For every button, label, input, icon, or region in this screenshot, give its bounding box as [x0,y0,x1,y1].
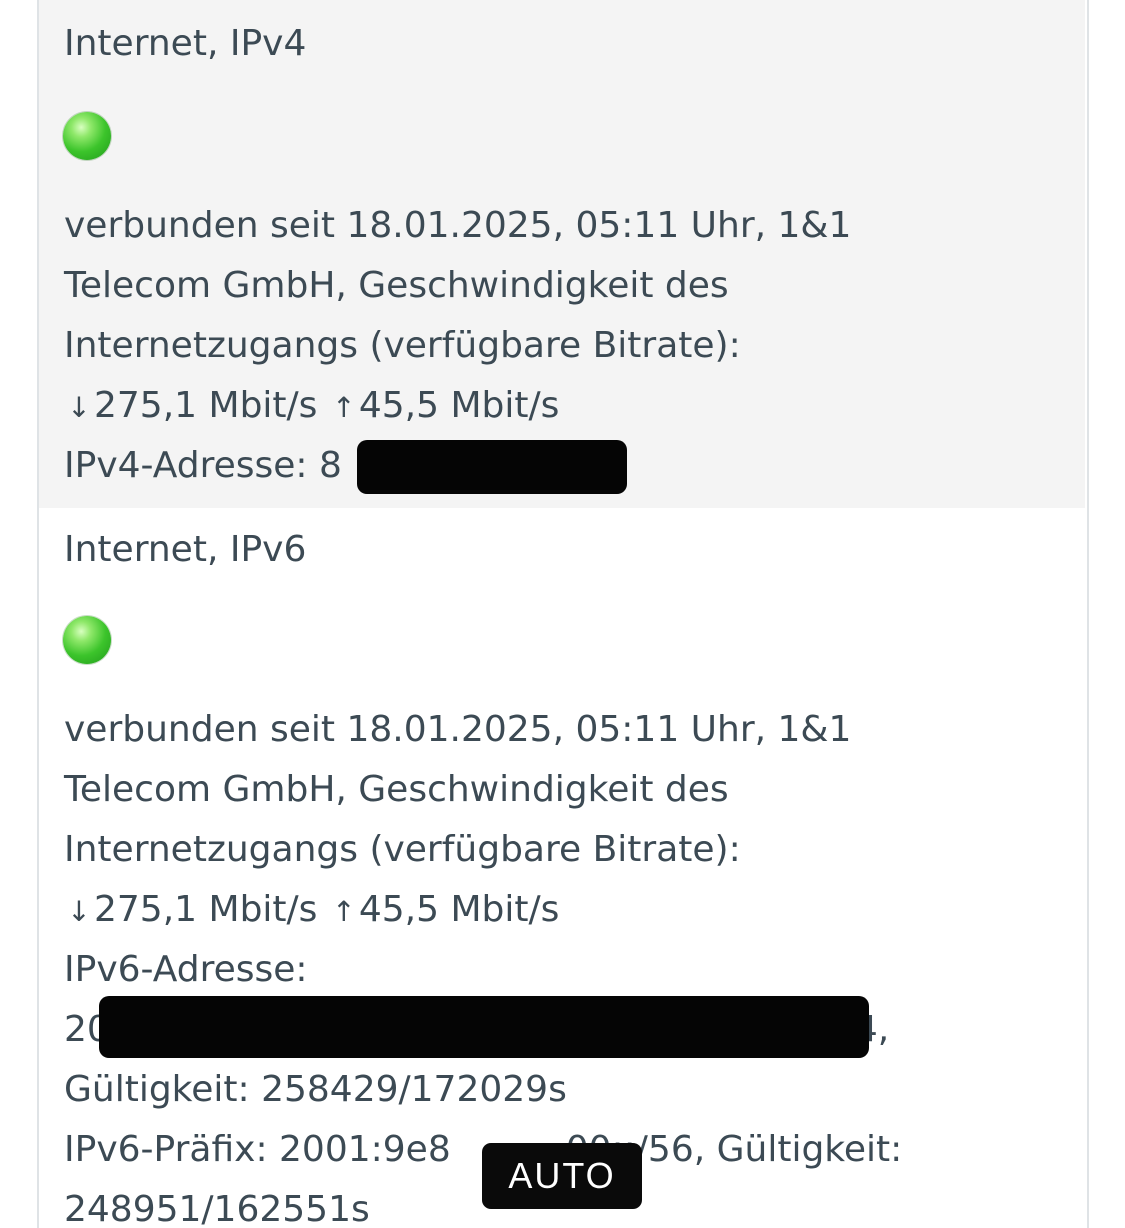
details-line-1: verbunden seit 18.01.2025, 05:11 Uhr, 1&… [64,205,852,246]
redaction-bar [99,996,869,1058]
up-arrow-icon: ↑ [332,895,356,928]
download-speed: 275,1 Mbit/s [94,385,318,426]
row-title-ipv6: Internet, IPv6 [64,529,307,570]
download-speed: 275,1 Mbit/s [94,889,318,930]
speed-line: ↓275,1 Mbit/s ↑45,5 Mbit/s [64,376,851,436]
upload-speed: 45,5 Mbit/s [358,385,560,426]
speed-line: ↓275,1 Mbit/s ↑45,5 Mbit/s [64,880,902,940]
status-green-led-icon [63,112,111,160]
details-line-3: Internetzugangs (verfügbare Bitrate): [64,325,741,366]
page: Internet, IPv4 verbunden seit 18.01.2025… [0,0,1125,1228]
ipv4-address-start: 8 [318,445,342,486]
auto-badge[interactable]: AUTO [482,1143,642,1209]
down-arrow-icon: ↓ [67,895,91,928]
down-arrow-icon: ↓ [67,391,91,424]
details-line-3: Internetzugangs (verfügbare Bitrate): [64,829,741,870]
ipv6-address-label: IPv6-Adresse: [64,949,308,990]
ipv4-address-label: IPv4-Adresse: [64,445,308,486]
status-green-led-icon [63,616,111,664]
ipv6-validity: Gültigkeit: 258429/172029s [64,1069,567,1110]
row-title-ipv4: Internet, IPv4 [64,23,307,64]
details-line-2: Telecom GmbH, Geschwindigkeit des [64,265,729,306]
up-arrow-icon: ↑ [332,391,356,424]
details-line-2: Telecom GmbH, Geschwindigkeit des [64,769,729,810]
ipv6-prefix-start: IPv6-Präfix: 2001:9e8 [64,1129,451,1170]
upload-speed: 45,5 Mbit/s [358,889,560,930]
details-line-1: verbunden seit 18.01.2025, 05:11 Uhr, 1&… [64,709,852,750]
table-row-ipv6: Internet, IPv6 verbunden seit 18.01.2025… [39,508,1085,1228]
table-row-ipv4: Internet, IPv4 verbunden seit 18.01.2025… [39,0,1085,508]
redaction-bar [357,440,627,494]
